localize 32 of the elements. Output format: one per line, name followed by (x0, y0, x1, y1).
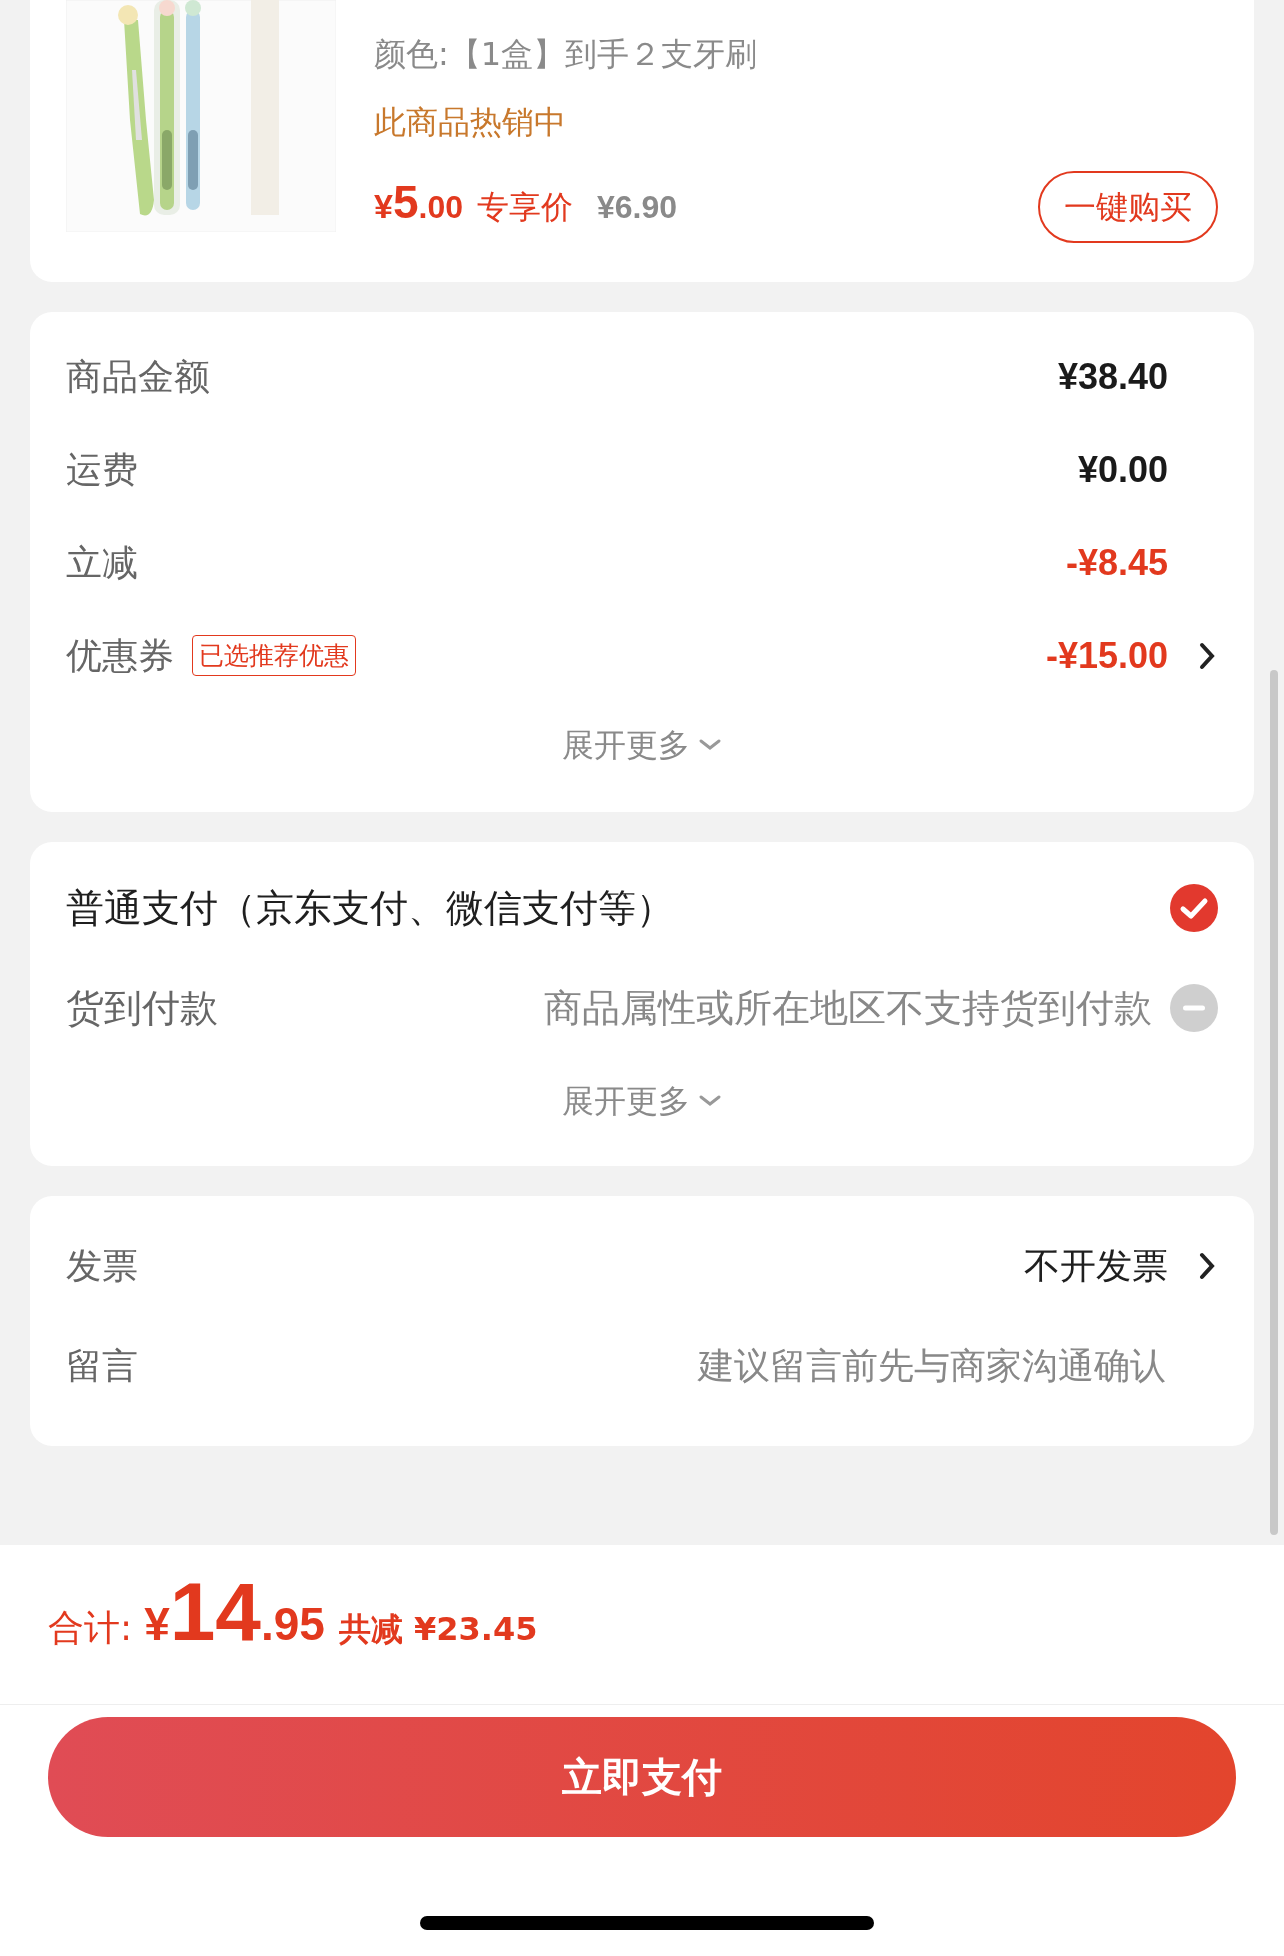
payment-note: 商品属性或所在地区不支持货到付款 (544, 984, 1152, 1032)
original-price: ¥6.90 (597, 188, 678, 227)
product-price: ¥5.00 (374, 175, 463, 230)
chevron-down-icon (698, 738, 722, 752)
row-value: ¥38.40 (1057, 354, 1168, 399)
row-label: 运费 (66, 447, 138, 492)
buy-now-button[interactable]: 一键购买 (1038, 171, 1218, 243)
message-input[interactable]: 建议留言前先与商家沟通确认 (608, 1338, 1168, 1394)
row-value: ¥0.00 (1077, 447, 1168, 492)
invoice-value[interactable]: 不开发票 (1024, 1239, 1168, 1293)
payment-option: 货到付款 (66, 979, 218, 1037)
hot-sale-label: 此商品热销中 (374, 102, 567, 143)
row-label: 发票 (66, 1244, 138, 1288)
scrollbar[interactable] (1270, 670, 1278, 1535)
expand-more-link[interactable]: 展开更多 (562, 721, 690, 769)
expand-more-link[interactable]: 展开更多 (562, 1077, 690, 1125)
pay-now-button[interactable]: 立即支付 (48, 1717, 1236, 1837)
row-label: 商品金额 (66, 354, 210, 399)
row-label: 优惠券 (66, 633, 174, 678)
row-value: -¥8.45 (1065, 540, 1168, 585)
price-tag: 专享价 (477, 183, 573, 231)
row-label: 立减 (66, 540, 138, 585)
total-savings: 共减 ¥23.45 (338, 1609, 538, 1650)
total-price: ¥14.95 (143, 1571, 325, 1659)
home-indicator[interactable] (420, 1916, 874, 1930)
chevron-down-icon (698, 1094, 722, 1108)
row-value: -¥15.00 (1045, 633, 1168, 678)
row-label: 留言 (66, 1344, 138, 1388)
total-label: 合计: (48, 1606, 133, 1650)
coupon-tag: 已选推荐优惠 (192, 634, 356, 677)
payment-option[interactable]: 普通支付（京东支付、微信支付等） (66, 879, 674, 937)
product-spec: 颜色:【1盒】到手２支牙刷 (374, 34, 759, 75)
